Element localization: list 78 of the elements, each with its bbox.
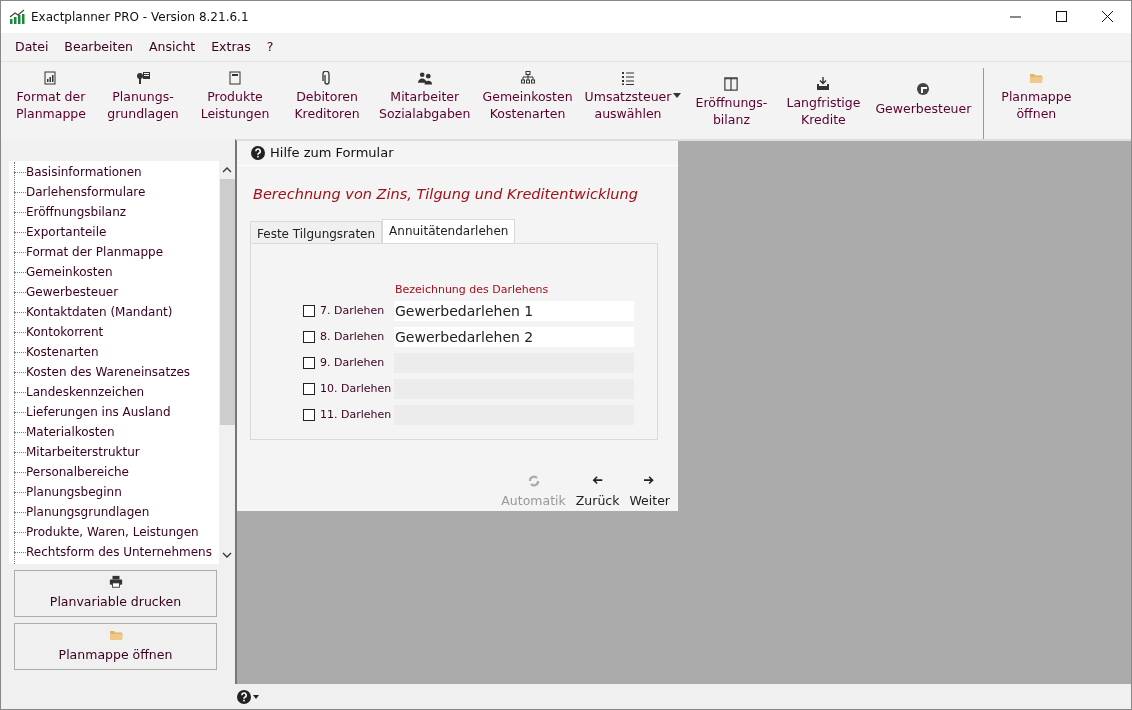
report-icon [44,71,58,85]
hierarchy-icon [520,71,535,85]
help-link[interactable]: Hilfe zum Formular [270,143,394,163]
circle-badge-icon [916,82,931,96]
tree-item[interactable]: Format der Planmappe [26,243,164,261]
tab[interactable]: Feste Tilgungsraten [250,220,383,243]
tree-item[interactable]: Kostenarten [26,343,99,361]
loan-label: 11. Darlehen [320,406,393,423]
key-icon [136,71,150,85]
people-icon [417,71,432,85]
menu-item[interactable]: Ansicht [141,35,204,59]
toolbar-button[interactable]: Langfristige Kredite [777,68,870,128]
menu-item[interactable]: ? [258,35,282,59]
download-tray-icon [816,77,831,91]
loan-label: 9. Darlehen [320,354,386,371]
help-icon[interactable] [237,689,251,704]
tree-item[interactable]: Planungsbeginn [26,483,122,501]
tree-item[interactable]: Landeskennzeichen [26,383,145,401]
tree-item[interactable]: Lieferungen ins Ausland [26,403,171,421]
tab[interactable]: Annuitätendarlehen [382,218,516,243]
loan-label: 10. Darlehen [320,380,393,397]
tree-item[interactable]: Darlehensformulare [26,183,146,201]
tree-item[interactable]: Rechtsform des Unternehmens [26,543,212,561]
toolbar-button[interactable]: Eröffnungs- bilanz [685,68,778,128]
tree-item[interactable]: Mitarbeiterstruktur [26,443,140,461]
scroll-up-icon[interactable] [222,166,232,174]
tree-item[interactable]: Gemeinkosten [26,263,113,281]
sidebar-button[interactable]: Planmappe öffnen [14,623,217,670]
notebook-icon [228,71,242,85]
toolbar-button[interactable]: Gewerbesteuer [869,68,978,117]
toolbar-button[interactable]: Produkte Leistungen [189,68,281,122]
printer-icon [108,575,123,590]
tree-item[interactable]: Kosten des Wareneinsatzes [26,363,191,381]
tree-item[interactable]: Exportanteile [26,223,107,241]
toolbar-button[interactable]: Debitoren Kreditoren [281,68,373,122]
scroll-down-icon[interactable] [222,551,232,559]
tree-item[interactable]: Kontaktdaten (Mandant) [26,303,173,321]
window-title: Exactplanner PRO - Version 8.21.6.1 [31,9,249,26]
tree-item[interactable]: Kontokorrent [26,323,104,341]
text-field[interactable]: Gewerbedarlehen 1 [394,301,634,321]
tree-item[interactable]: Planungsgrundlagen [26,503,150,521]
column-label: Bezeichnung des Darlehens [395,281,550,298]
toolbar-button[interactable]: Format der Planmappe [5,68,97,122]
toolbar-button[interactable]: Umsatzsteuer auswählen [578,68,678,122]
form-heading: Berechnung von Zins, Tilgung und Kreditentwicklung [253,184,639,204]
folder-icon [108,628,123,643]
text-field[interactable]: Gewerbedarlehen 2 [394,327,634,347]
refresh-icon [526,474,541,489]
loan-label: 8. Darlehen [320,328,386,345]
tree-item[interactable]: Basisinformationen [26,163,142,181]
tree-item[interactable]: Gewerbesteuer [26,283,119,301]
maximize-icon [1056,11,1068,23]
folder-icon [1029,71,1044,85]
app-logo-icon [9,9,25,25]
nav-button[interactable]: Zurück [575,472,620,511]
tree-item[interactable]: Eröffnungsbilanz [26,203,127,221]
dropdown-caret-icon[interactable] [253,694,259,699]
menu-item[interactable]: Extras [203,35,259,59]
columns-icon [724,77,739,91]
tree-item[interactable]: Produkte, Waren, Leistungen [26,523,199,541]
scrollbar-thumb[interactable] [219,179,235,425]
nav-button[interactable]: Weiter [629,472,670,511]
toolbar-button[interactable]: Planmappe öffnen [990,68,1083,122]
menu-item[interactable]: Bearbeiten [56,35,142,59]
help-icon [251,145,265,160]
checkbox[interactable] [303,305,315,317]
numbered-list-icon [621,71,635,85]
loan-label: 7. Darlehen [320,302,386,319]
toolbar-button[interactable]: Mitarbeiter Sozialabgaben [373,68,477,122]
close-icon [1102,11,1114,23]
checkbox[interactable] [303,331,315,343]
toolbar-button[interactable]: Planungs- grundlagen [97,68,189,122]
sidebar-button[interactable]: Planvariable drucken [14,570,217,617]
tree-item[interactable]: Materialkosten [26,423,115,441]
dropdown-caret-icon[interactable] [673,92,682,98]
menu-item[interactable]: Datei [7,35,57,59]
toolbar-button[interactable]: Gemeinkosten Kostenarten [476,68,579,122]
tree-item[interactable]: Personalbereiche [26,463,129,481]
